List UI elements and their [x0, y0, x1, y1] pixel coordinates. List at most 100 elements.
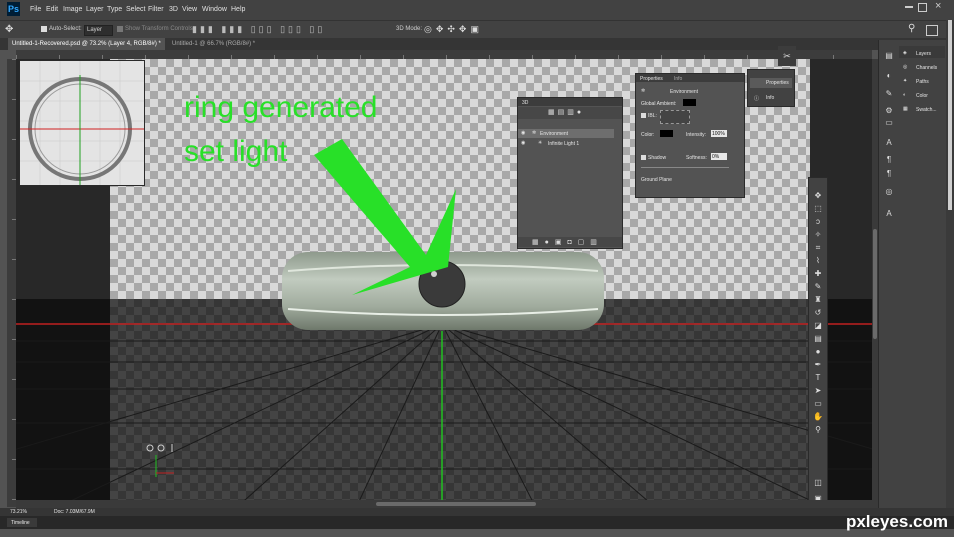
tab-properties[interactable]: Properties — [640, 76, 663, 82]
hand-tool-icon[interactable]: ✋ — [812, 411, 824, 423]
eye-icon[interactable]: ◉ — [521, 140, 525, 146]
status-bar: 73.21% Doc: 7.03M/67.9M — [0, 508, 954, 516]
path-select-tool-icon[interactable]: ➤ — [812, 385, 824, 397]
scrollbar-thumb[interactable] — [376, 502, 536, 506]
eye-icon[interactable]: ◉ — [521, 130, 525, 136]
character-styles-icon[interactable]: A — [883, 208, 895, 220]
collapsed-item-properties[interactable]: Properties — [750, 78, 792, 88]
shadow-checkbox[interactable] — [641, 155, 646, 160]
softness-value: 0% — [712, 153, 720, 160]
tab-info[interactable]: Info — [674, 76, 682, 82]
3d-axis-widget — [146, 444, 174, 477]
menu-edit[interactable]: Edit — [46, 6, 58, 13]
auto-select-checkbox[interactable] — [41, 26, 47, 32]
glyph-panel-icon[interactable]: ◎ — [883, 186, 895, 198]
3d-mode-icons[interactable]: ◎✥✣✥▣ — [424, 24, 483, 35]
move-tool-icon[interactable]: ✥ — [5, 24, 13, 35]
maximize-icon[interactable] — [918, 3, 927, 12]
ibl-texture-thumb[interactable] — [660, 110, 690, 124]
menu-bar: Ps File Edit Image Layer Type Select Fil… — [0, 0, 954, 20]
auto-select-value: Layer — [87, 27, 103, 33]
crop-tool-icon[interactable]: ⌗ — [812, 242, 824, 254]
menu-filter[interactable]: Filter — [148, 6, 164, 13]
menu-window[interactable]: Window — [202, 6, 227, 13]
vertical-scrollbar-thumb[interactable] — [873, 229, 877, 339]
shape-tool-icon[interactable]: ▭ — [812, 398, 824, 410]
menu-help[interactable]: Help — [231, 6, 245, 13]
magic-wand-tool-icon[interactable]: ✧ — [812, 229, 824, 241]
tab-untitled-1[interactable]: Untitled-1 @ 66.7% (RGB/8#) * — [168, 38, 259, 50]
dock-item-label[interactable]: Layers — [916, 51, 931, 57]
3d-item-infinite-light[interactable]: ◉ ✳ Infinite Light 1 — [518, 139, 614, 148]
menu-3d[interactable]: 3D — [169, 6, 178, 13]
align-icons[interactable]: ▮▮▮ ▮▮▮ ▯▯▯ ▯▯▯ ▯▯ — [192, 24, 325, 35]
dock-item-label[interactable]: Paths — [916, 79, 929, 85]
history-brush-icon[interactable]: ↺ — [812, 307, 824, 319]
lasso-tool-icon[interactable]: ↄ — [812, 216, 824, 228]
menu-type[interactable]: Type — [107, 6, 122, 13]
softness-field[interactable]: 0% — [711, 153, 727, 160]
panel-collapse-icon[interactable]: ✂ — [778, 46, 796, 66]
search-icon[interactable]: ⚲ — [908, 23, 915, 34]
menu-view[interactable]: View — [182, 6, 197, 13]
dock-item-label[interactable]: Channels — [916, 65, 937, 71]
ibl-checkbox[interactable] — [641, 113, 646, 118]
zoom-level[interactable]: 73.21% — [10, 509, 27, 515]
paragraph-styles-icon[interactable]: ¶ — [883, 168, 895, 180]
close-window-icon[interactable]: × — [935, 0, 941, 12]
dock-item-label[interactable]: Color — [916, 93, 928, 99]
mask-panel-icon[interactable]: ▭ — [883, 117, 895, 129]
document-canvas[interactable]: ring generated set light 3D ▦▤▥● ◉ ✲ Env… — [16, 59, 872, 508]
horizontal-scrollbar[interactable] — [16, 500, 872, 508]
eyedropper-tool-icon[interactable]: ⌇ — [812, 255, 824, 267]
color-label: Color: — [641, 132, 655, 138]
brush-panel-icon[interactable]: ✎ — [883, 88, 895, 100]
color-swatch[interactable] — [660, 130, 673, 137]
timeline-panel: Timeline — [0, 516, 954, 529]
eraser-tool-icon[interactable]: ◪ — [812, 320, 824, 332]
intensity-field[interactable]: 100% — [711, 130, 727, 137]
show-transform-checkbox[interactable] — [117, 26, 123, 32]
softness-label: Softness: — [686, 155, 707, 161]
layers-icon: ◈ — [903, 50, 907, 56]
brush-tool-icon[interactable]: ✎ — [812, 281, 824, 293]
quick-mask-icon[interactable]: ◫ — [812, 477, 824, 489]
dodge-tool-icon[interactable]: ● — [812, 346, 824, 358]
auto-select-dropdown[interactable]: Layer — [84, 25, 113, 36]
menu-image[interactable]: Image — [63, 6, 82, 13]
timeline-tab[interactable]: Timeline — [7, 518, 37, 527]
stamp-tool-icon[interactable]: ♜ — [812, 294, 824, 306]
character-panel-icon[interactable]: A — [883, 137, 895, 149]
environment-icon: ✲ — [532, 130, 537, 136]
swatch-panel-icon[interactable]: ◐ — [883, 70, 895, 82]
healing-tool-icon[interactable]: ✚ — [812, 268, 824, 280]
tab-untitled-1-recovered[interactable]: Untitled-1-Recovered.psd @ 73.2% (Layer … — [8, 38, 165, 50]
3d-item-label: Environment — [540, 130, 569, 137]
paragraph-panel-icon[interactable]: ¶ — [883, 154, 895, 166]
softness-slider[interactable] — [641, 167, 729, 168]
gradient-tool-icon[interactable]: ▤ — [812, 333, 824, 345]
global-ambient-swatch[interactable] — [683, 99, 696, 106]
type-tool-icon[interactable]: T — [812, 372, 824, 384]
menu-file[interactable]: File — [30, 6, 41, 13]
collapsed-item-label-info[interactable]: Info — [766, 95, 774, 101]
3d-footer-icons[interactable]: ▦●▣◘▢▥ — [532, 238, 603, 246]
history-panel-icon[interactable]: ▤ — [883, 50, 895, 62]
adjustments-panel-icon[interactable]: ⚙ — [883, 105, 895, 117]
dock-item-label[interactable]: Swatch... — [916, 107, 937, 113]
3d-item-environment[interactable]: ◉ ✲ Environment — [518, 129, 614, 138]
intensity-label: Intensity: — [686, 132, 707, 138]
marquee-tool-icon[interactable]: ⬚ — [812, 203, 824, 215]
window-scrollbar-thumb[interactable] — [948, 20, 952, 210]
window-scrollbar[interactable] — [946, 20, 954, 516]
secondary-view[interactable] — [19, 60, 145, 186]
pen-tool-icon[interactable]: ✒ — [812, 359, 824, 371]
3d-filter-icons[interactable]: ▦▤▥● — [548, 108, 584, 116]
menu-layer[interactable]: Layer — [86, 6, 104, 13]
move-tool-icon[interactable]: ✥ — [812, 190, 824, 202]
minimize-icon[interactable] — [905, 6, 913, 8]
menu-select[interactable]: Select — [126, 6, 145, 13]
intensity-value: 100% — [712, 130, 725, 137]
workspace-icon[interactable] — [926, 25, 938, 36]
zoom-tool-icon[interactable]: ⚲ — [812, 424, 824, 436]
